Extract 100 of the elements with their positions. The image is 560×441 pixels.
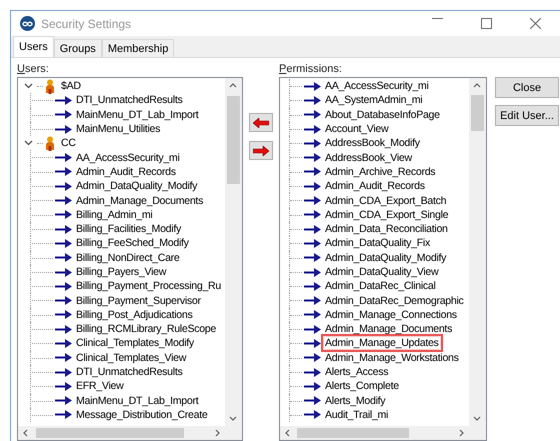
permission-name[interactable]: MainMenu_Utilities [75, 123, 162, 136]
permission-name[interactable]: Admin_Manage_Documents [324, 323, 454, 336]
permission-name[interactable]: AA_AccessSecurity_mi [75, 152, 181, 164]
permission-name[interactable]: Billing_NonDirect_Care [75, 252, 181, 264]
permission-name[interactable]: Admin_CDA_Export_Single [324, 208, 450, 221]
permission-name[interactable]: MainMenu_DT_Lab_Import [75, 108, 200, 121]
permissions-list[interactable] [279, 77, 487, 441]
vertical-scrollbar[interactable] [469, 78, 486, 426]
arrow-icon [55, 282, 72, 291]
arrow-icon [55, 382, 72, 391]
permission-name[interactable]: DTI_UnmatchedResults [75, 366, 184, 378]
permission-name[interactable]: Billing_FeeSched_Modify [75, 237, 190, 250]
arrow-icon [55, 353, 72, 362]
permission-name[interactable]: Admin_DataQuality_Fix [324, 237, 431, 250]
collapse-chevron-icon[interactable] [24, 140, 33, 146]
permission-name[interactable]: Billing_Post_Adjudications [75, 308, 194, 321]
arrow-icon [55, 338, 72, 348]
arrow-icon [55, 210, 72, 220]
arrow-icon [55, 296, 72, 306]
scroll-left-icon[interactable] [285, 429, 290, 437]
collapse-chevron-icon[interactable] [24, 83, 33, 90]
permission-name[interactable]: Clinical_Templates_View [75, 352, 188, 364]
vertical-scrollbar[interactable] [225, 78, 242, 426]
scroll-right-icon[interactable] [459, 429, 464, 437]
permission-name[interactable]: AddressBook_View [324, 152, 413, 164]
scroll-down-icon[interactable] [229, 416, 237, 421]
add-permission-button[interactable] [249, 113, 273, 132]
remove-permission-button[interactable] [249, 141, 273, 160]
permission-name[interactable]: Audit_Trail_mi [324, 408, 390, 421]
permission-name[interactable]: Admin_DataQuality_View [324, 266, 440, 278]
permission-name[interactable]: Admin_CDA_Export_Batch [324, 194, 448, 207]
scroll-up-icon[interactable] [229, 83, 237, 88]
permission-name[interactable]: Admin_Manage_Connections [324, 308, 458, 321]
horizontal-scrollbar[interactable] [18, 426, 225, 440]
tab[interactable]: Users [13, 36, 54, 57]
arrow-icon [304, 353, 321, 362]
scroll-thumb[interactable] [297, 428, 409, 438]
user-name[interactable]: $AD [60, 80, 82, 92]
scroll-right-icon[interactable] [215, 429, 220, 437]
permission-name[interactable]: Admin_Data_Reconciliation [324, 223, 449, 236]
permission-name[interactable]: Message_Distribution_Create [75, 408, 208, 421]
permission-name[interactable]: Admin_DataRec_Demographic [324, 294, 465, 307]
permission-name[interactable]: Admin_DataRec_Clinical [324, 280, 437, 292]
arrow-icon [55, 167, 72, 176]
permission-name[interactable]: Account_View [324, 123, 390, 136]
arrow-icon [55, 324, 72, 334]
tab[interactable]: Membership [102, 39, 174, 57]
permission-name[interactable]: DTI_UnmatchedResults [75, 94, 184, 106]
horizontal-scrollbar[interactable] [280, 426, 469, 440]
permission-name[interactable]: Billing_Admin_mi [75, 208, 154, 221]
permission-name[interactable]: Admin_Manage_Updates [324, 337, 440, 350]
scroll-thumb[interactable] [36, 428, 184, 438]
permission-name[interactable]: Billing_Payment_Supervisor [75, 294, 202, 307]
permission-name[interactable]: AddressBook_Modify [324, 137, 421, 150]
permission-name[interactable]: Clinical_Templates_Modify [75, 337, 195, 350]
permission-name[interactable]: Admin_Manage_Documents [75, 194, 204, 207]
permission-name[interactable]: Alerts_Access [324, 366, 390, 378]
permission-name[interactable]: Alerts_Complete [324, 380, 400, 392]
close-button[interactable]: Close [495, 77, 559, 98]
permission-name[interactable]: Admin_Manage_Workstations [324, 352, 460, 364]
arrow-icon [304, 410, 321, 420]
window-title: Security Settings [41, 16, 132, 30]
permission-name[interactable]: About_DatabaseInfoPage [324, 108, 441, 121]
arrow-icon [304, 396, 321, 406]
scroll-left-icon[interactable] [23, 429, 28, 437]
permission-name[interactable]: Admin_Audit_Records [75, 166, 177, 178]
edit-user-button[interactable]: Edit User... [495, 105, 559, 126]
right-arrow-icon [253, 146, 269, 156]
arrow-icon [304, 138, 321, 148]
permission-name[interactable]: AA_SystemAdmin_mi [324, 94, 424, 106]
users-tree[interactable] [17, 77, 243, 441]
permission-name[interactable]: EFR_View [75, 380, 124, 392]
permission-name[interactable]: Billing_Payers_View [75, 266, 168, 278]
permission-name[interactable]: Admin_Archive_Records [324, 166, 436, 178]
permission-name[interactable]: Billing_Payment_Processing_Ru [75, 280, 222, 292]
arrow-icon [55, 96, 72, 105]
permission-name[interactable]: Admin_Audit_Records [324, 180, 426, 192]
user-icon [45, 136, 55, 151]
user-name[interactable]: CC [60, 137, 77, 150]
maximize-icon[interactable] [481, 18, 492, 29]
tab[interactable]: Groups [54, 39, 102, 57]
scroll-thumb[interactable] [471, 95, 484, 131]
permission-name[interactable]: MainMenu_DT_Lab_Import [75, 394, 200, 407]
close-icon[interactable] [530, 18, 541, 29]
arrow-icon [304, 268, 321, 276]
permission-name[interactable]: Billing_Facilities_Modify [75, 223, 182, 236]
permission-name[interactable]: Admin_DataQuality_Modify [324, 252, 448, 264]
arrow-icon [304, 210, 321, 220]
permission-name[interactable]: Billing_RCMLibrary_RuleScope [75, 323, 217, 336]
permission-name[interactable]: AA_AccessSecurity_mi [324, 80, 430, 92]
permission-name[interactable]: Admin_DataQuality_Modify [75, 180, 198, 192]
arrow-icon [304, 296, 321, 306]
scroll-thumb[interactable] [227, 96, 240, 184]
arrow-icon [55, 368, 72, 377]
permission-name[interactable]: Alerts_Modify [324, 394, 386, 407]
scroll-up-icon[interactable] [473, 83, 481, 88]
scroll-down-icon[interactable] [473, 416, 481, 421]
users-label: Users: [17, 63, 50, 75]
arrow-icon [304, 310, 321, 320]
arrow-icon [55, 153, 72, 162]
